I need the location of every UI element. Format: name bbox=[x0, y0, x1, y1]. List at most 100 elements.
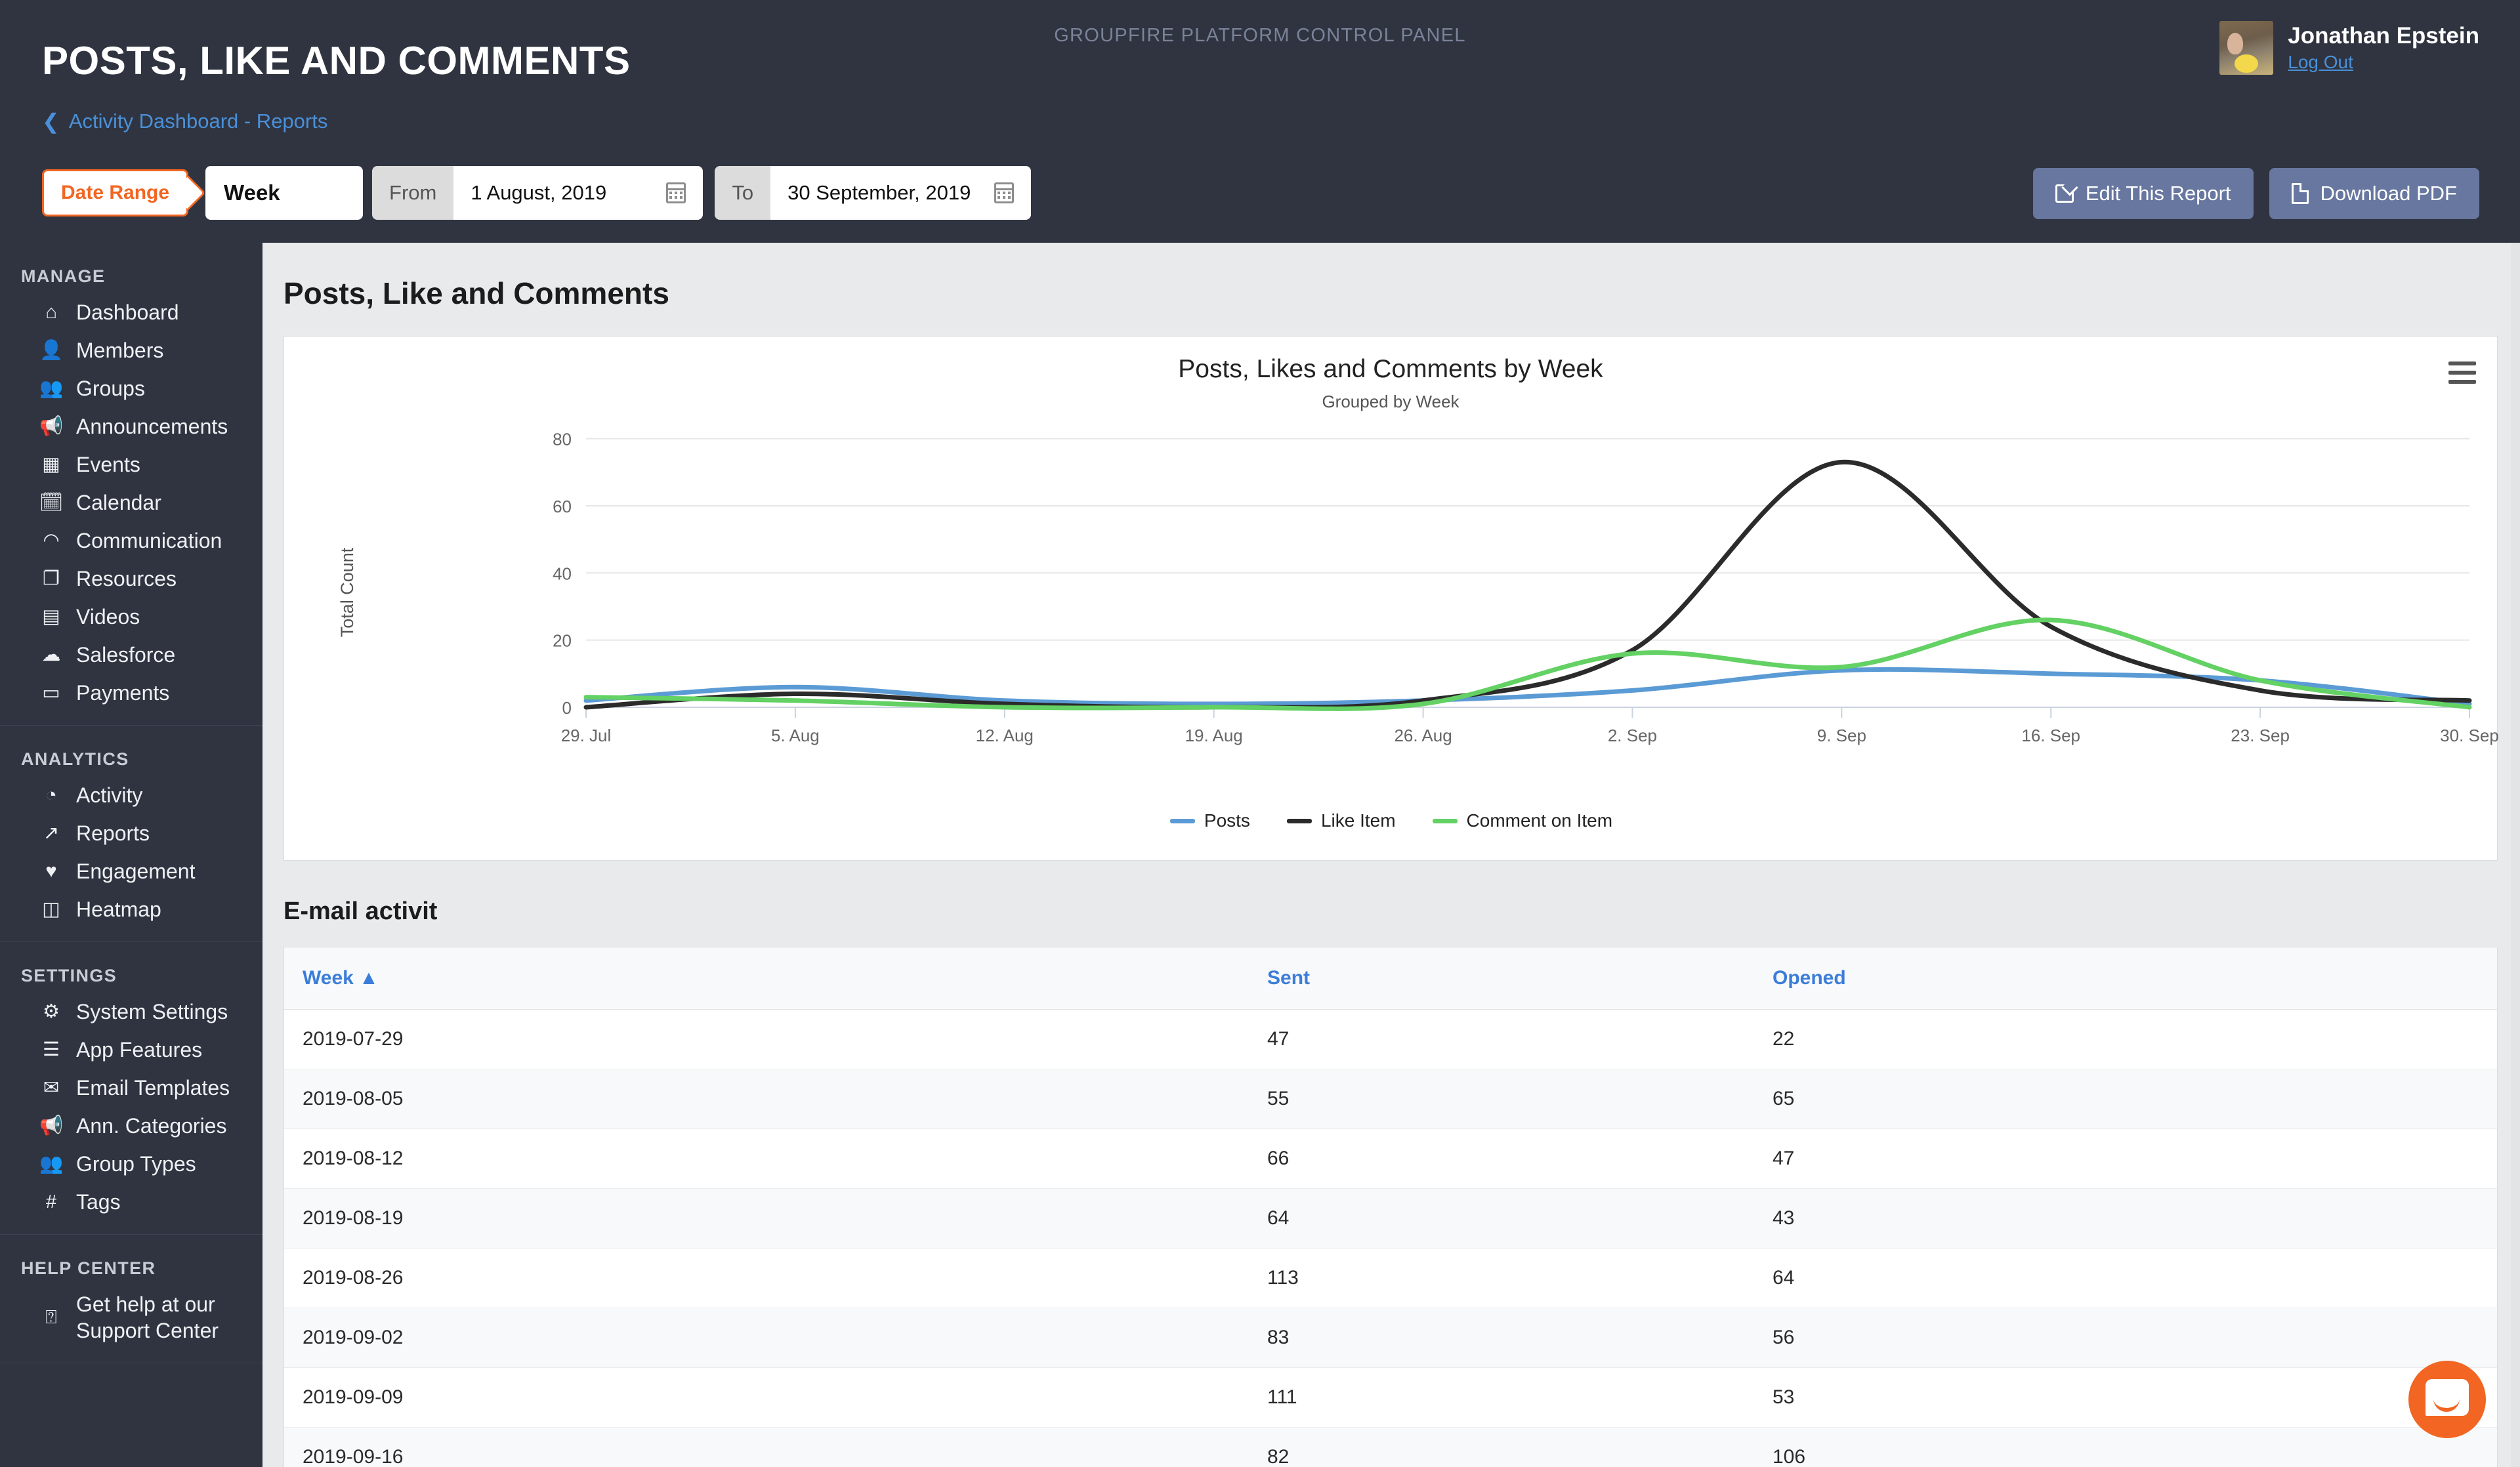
sidebar-section-heading: SETTINGS bbox=[21, 966, 117, 985]
legend-item-posts[interactable]: Posts bbox=[1169, 810, 1250, 831]
sidebar-item-ann-categories[interactable]: 📢 Ann. Categories bbox=[0, 1107, 262, 1145]
cell-sent: 113 bbox=[1249, 1248, 1754, 1308]
sidebar-item-salesforce[interactable]: ☁ Salesforce bbox=[0, 636, 262, 674]
legend-swatch-icon bbox=[1432, 818, 1458, 823]
sidebar-item-system-settings[interactable]: ⚙ System Settings bbox=[0, 993, 262, 1031]
sidebar-item-get-help-at-our-support-center[interactable]: ⍰ Get help at our Support Center bbox=[0, 1285, 262, 1350]
email-activity-table: Week ▲ Sent Opened 2019-07-29 47 22 2019-08… bbox=[284, 947, 2498, 1467]
sidebar-item-heatmap[interactable]: ◫ Heatmap bbox=[0, 890, 262, 928]
sidebar-section-heading: HELP CENTER bbox=[21, 1258, 156, 1278]
x-axis-tick-label: 16. Sep bbox=[2021, 726, 2080, 745]
calendar-grid-icon: ▦ bbox=[42, 453, 60, 475]
x-axis-tick-label: 12. Aug bbox=[976, 726, 1034, 745]
x-axis-tick-label: 26. Aug bbox=[1394, 726, 1452, 745]
page-scrollbar[interactable] bbox=[2511, 243, 2520, 1467]
sidebar-item-label: Announcements bbox=[76, 415, 228, 438]
cell-opened: 65 bbox=[1754, 1069, 2497, 1129]
sidebar-item-tags[interactable]: # Tags bbox=[0, 1183, 262, 1221]
to-date-input[interactable]: 30 September, 2019 bbox=[770, 166, 1032, 220]
sidebar-item-label: App Features bbox=[76, 1038, 203, 1062]
cell-week: 2019-07-29 bbox=[284, 1009, 1249, 1069]
sidebar-item-reports[interactable]: ↗ Reports bbox=[0, 814, 262, 852]
cell-week: 2019-08-05 bbox=[284, 1069, 1249, 1129]
cell-opened: 64 bbox=[1754, 1248, 2497, 1308]
logout-link[interactable]: Log Out bbox=[2288, 52, 2479, 73]
from-label: From bbox=[372, 166, 454, 220]
cell-week: 2019-08-12 bbox=[284, 1128, 1249, 1189]
sidebar-item-label: Group Types bbox=[76, 1152, 196, 1176]
edit-report-button[interactable]: Edit This Report bbox=[2032, 168, 2254, 219]
column-header-week[interactable]: Week ▲ bbox=[284, 947, 1249, 1010]
intercom-chat-button[interactable] bbox=[2408, 1361, 2486, 1438]
grouping-select[interactable]: Week bbox=[205, 166, 364, 220]
chevron-left-icon: ❮ bbox=[42, 110, 60, 133]
y-axis-label: Total Count bbox=[337, 547, 357, 638]
sidebar-item-engagement[interactable]: ♥ Engagement bbox=[0, 852, 262, 890]
question-circle-icon: ⍰ bbox=[45, 1306, 57, 1328]
column-header-opened[interactable]: Opened bbox=[1754, 947, 2497, 1010]
sidebar-item-email-templates[interactable]: ✉ Email Templates bbox=[0, 1069, 262, 1107]
x-axis-tick-label: 29. Jul bbox=[561, 726, 612, 745]
calendar-icon[interactable] bbox=[666, 182, 686, 203]
download-pdf-label: Download PDF bbox=[2320, 182, 2457, 205]
sidebar-item-label: Email Templates bbox=[76, 1076, 230, 1100]
main-content: Posts, Like and Comments Posts, Likes an… bbox=[262, 243, 2520, 1467]
cell-sent: 47 bbox=[1249, 1009, 1754, 1069]
breadcrumb[interactable]: ❮ Activity Dashboard - Reports bbox=[42, 110, 327, 133]
sidebar-item-members[interactable]: 👤 Members bbox=[0, 331, 262, 369]
film-icon: ▤ bbox=[42, 606, 60, 627]
from-date-input[interactable]: 1 August, 2019 bbox=[453, 166, 704, 220]
cell-sent: 66 bbox=[1249, 1128, 1754, 1189]
chart-card: Posts, Likes and Comments by Week Groupe… bbox=[284, 336, 2499, 861]
calendar-icon[interactable] bbox=[994, 182, 1015, 203]
sidebar-item-label: Payments bbox=[76, 681, 170, 705]
legend-swatch-icon bbox=[1169, 818, 1195, 823]
legend-item-comment-on-item[interactable]: Comment on Item bbox=[1432, 810, 1612, 831]
chart-subtitle: Grouped by Week bbox=[1322, 392, 1460, 411]
date-range-label: Date Range bbox=[61, 182, 170, 203]
sidebar-item-dashboard[interactable]: ⌂ Dashboard bbox=[0, 293, 262, 331]
sidebar-section-manage: MANAGE ⌂ Dashboard 👤 Members 👥 Groups 📢 Announce… bbox=[0, 243, 262, 712]
sidebar-item-events[interactable]: ▦ Events bbox=[0, 445, 262, 484]
legend-item-like-item[interactable]: Like Item bbox=[1286, 810, 1396, 831]
sidebar-item-group-types[interactable]: 👥 Group Types bbox=[0, 1145, 262, 1183]
download-pdf-button[interactable]: Download PDF bbox=[2269, 168, 2479, 219]
platform-title: GROUPFIRE PLATFORM CONTROL PANEL bbox=[1054, 25, 1466, 46]
sidebar-item-label: Reports bbox=[76, 821, 150, 845]
megaphone-icon: 📢 bbox=[39, 1115, 64, 1136]
x-axis-tick-label: 23. Sep bbox=[2231, 726, 2290, 745]
chat-bubble-icon bbox=[2426, 1379, 2469, 1416]
table-row: 2019-08-19 64 43 bbox=[284, 1188, 2497, 1249]
sidebar-item-resources[interactable]: ❐ Resources bbox=[0, 560, 262, 598]
user-name: Jonathan Epstein bbox=[2288, 22, 2479, 49]
legend-label: Posts bbox=[1204, 810, 1250, 831]
series-line-like-item bbox=[583, 459, 2472, 710]
from-date-value: 1 August, 2019 bbox=[471, 181, 607, 204]
column-header-sent[interactable]: Sent bbox=[1249, 947, 1754, 1010]
chart-menu-icon[interactable] bbox=[2448, 362, 2476, 384]
sidebar-item-activity[interactable]: ◔ Activity bbox=[0, 776, 262, 814]
user-icon: 👤 bbox=[39, 339, 64, 361]
map-icon: ◫ bbox=[42, 898, 60, 920]
chart-svg: 0 20 40 60 80 29. Jul 5. Aug 12. Aug 19. Aug 26. … bbox=[553, 430, 2499, 745]
sidebar-item-app-features[interactable]: ☰ App Features bbox=[0, 1031, 262, 1069]
from-date-group: From 1 August, 2019 bbox=[372, 166, 704, 220]
x-axis-tick-label: 9. Sep bbox=[1817, 726, 1866, 745]
cell-opened: 43 bbox=[1754, 1188, 2497, 1249]
sidebar-item-announcements[interactable]: 📢 Announcements bbox=[0, 407, 262, 445]
table-row: 2019-08-26 113 64 bbox=[284, 1248, 2497, 1308]
filter-bar: Date Range Week From 1 August, 2019 To 3… bbox=[42, 166, 1043, 220]
to-date-value: 30 September, 2019 bbox=[788, 181, 971, 204]
sidebar-item-calendar[interactable]: 🗓 Calendar bbox=[0, 484, 262, 522]
chart-legend: Posts Like Item Comment on Item bbox=[284, 810, 2498, 831]
table-row: 2019-09-16 82 106 bbox=[284, 1427, 2497, 1467]
y-axis-tick: 0 bbox=[562, 698, 572, 718]
sidebar-item-label: Resources bbox=[76, 567, 177, 590]
breadcrumb-label: Activity Dashboard - Reports bbox=[68, 110, 328, 133]
sidebar-item-videos[interactable]: ▤ Videos bbox=[0, 598, 262, 636]
sidebar-item-communication[interactable]: ◠ Communication bbox=[0, 522, 262, 560]
date-range-badge: Date Range bbox=[42, 169, 189, 217]
user-menu[interactable]: Jonathan Epstein Log Out bbox=[2219, 21, 2479, 75]
sidebar-item-groups[interactable]: 👥 Groups bbox=[0, 369, 262, 407]
sidebar-item-payments[interactable]: ▭ Payments bbox=[0, 674, 262, 712]
